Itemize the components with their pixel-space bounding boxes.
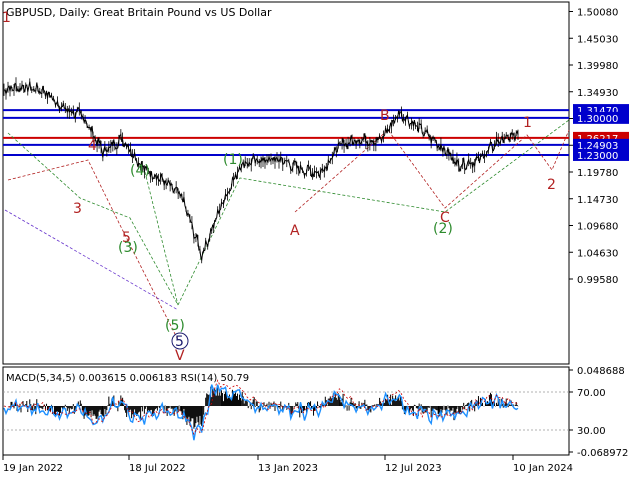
wave-label: (1) (223, 152, 243, 168)
date-tick-label: 13 Jan 2023 (258, 463, 318, 474)
wave-label: 1 (523, 115, 532, 131)
price-tag-label: 1.23000 (577, 151, 618, 162)
wave-label: 4 (88, 138, 97, 154)
indicator-tick-label: -0.068972 (577, 448, 628, 459)
indicator-series (3, 379, 569, 441)
price-tick-label: 1.09680 (577, 222, 618, 233)
chart-window: GBPUSD, Daily: Great Britain Pound vs US… (0, 0, 640, 480)
price-tick-label: 1.34930 (577, 88, 618, 99)
wave-label: 1 (2, 10, 11, 26)
price-tick-label: 1.19780 (577, 168, 618, 179)
price-tick-label: 1.45030 (577, 34, 618, 45)
indicator-tick-label: 0.048688 (577, 366, 625, 377)
indicator-tick-label: 70.00 (577, 388, 606, 399)
wave-count-line (7, 132, 179, 306)
price-tick-label: 1.14730 (577, 195, 618, 206)
price-tick-label: 1.39980 (577, 61, 618, 72)
date-tick-label: 18 Jul 2022 (129, 463, 186, 474)
wave-label: (4) (130, 163, 150, 179)
price-tags: 1.314701.300001.262171.249031.23000 (573, 104, 629, 162)
price-tick-label: 1.50080 (577, 8, 618, 19)
wave-count-line (294, 129, 570, 213)
date-axis: 19 Jan 2022 18 Jul 2022 13 Jan 2023 12 Jul … (2, 455, 573, 474)
wave-label: (5) (165, 318, 185, 334)
rsi-line (3, 384, 519, 441)
indicator-axis: 0.048688 70.00 30.00 -0.068972 (569, 366, 628, 459)
date-tick-label: 10 Jan 2024 (513, 463, 573, 474)
wave-label: (2) (433, 221, 453, 237)
wave-count-line (4, 209, 179, 311)
date-tick-label: 12 Jul 2023 (385, 463, 442, 474)
wave-labels: 1435(4)(3)(1)(5)5VABC(2)12 (2, 10, 556, 364)
price-tick-label: 1.04630 (577, 248, 618, 259)
price-tick-label: 0.99580 (577, 275, 618, 286)
wave-label: A (290, 223, 300, 239)
chart-header: GBPUSD, Daily: Great Britain Pound vs US… (6, 6, 272, 19)
chart-canvas: GBPUSD, Daily: Great Britain Pound vs US… (2, 1, 629, 474)
wave-label: B (380, 108, 390, 124)
wave-label: 3 (73, 201, 82, 217)
wave-count-line (7, 159, 179, 341)
date-tick-label: 19 Jan 2022 (3, 463, 63, 474)
wave-label: (3) (118, 240, 138, 256)
wave-label: 2 (547, 177, 556, 193)
indicator-header: MACD(5,34,5) 0.003615 0.006183 RSI(14) 5… (6, 373, 249, 384)
indicator-tick-label: 30.00 (577, 426, 606, 437)
price-tag-label: 1.30000 (577, 114, 618, 125)
wave-label: V (175, 348, 185, 364)
